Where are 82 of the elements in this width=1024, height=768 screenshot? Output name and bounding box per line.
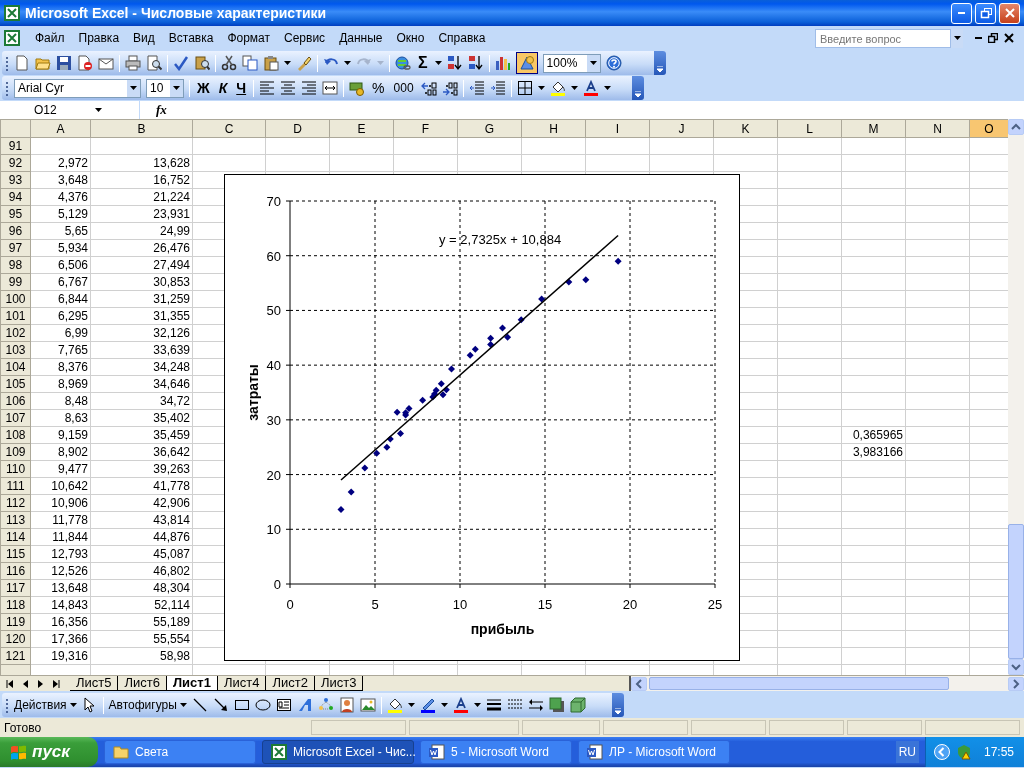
- table-cell: 52,114: [90, 596, 193, 614]
- table-cell: 32,126: [90, 324, 193, 342]
- table-cell: 39,263: [90, 460, 193, 478]
- axis-tick-label: 40: [266, 358, 281, 374]
- axis-tick-label: 0: [273, 577, 281, 592]
- table-cell: 58,98: [90, 647, 193, 665]
- axis-tick-label: 10: [266, 522, 281, 538]
- axis-tick-label: 15: [537, 597, 553, 612]
- table-cell: 11,778: [30, 511, 91, 529]
- table-cell: 17,366: [30, 630, 91, 648]
- table-cell: 24,99: [90, 222, 193, 240]
- table-cell: 0,365965: [841, 426, 906, 444]
- table-cell: 21,224: [90, 188, 193, 206]
- axis-tick-label: 70: [266, 194, 281, 209]
- axis-tick-label: 25: [707, 597, 723, 612]
- window-title: Microsoft Excel - Числовые характеристики: [25, 3, 327, 23]
- axis-tick-label: 20: [622, 597, 638, 612]
- table-cell: 13,648: [30, 579, 91, 597]
- table-cell: 27,494: [90, 256, 193, 274]
- table-cell: 10,642: [30, 477, 91, 495]
- table-cell: 8,376: [30, 358, 91, 376]
- table-cell: 34,72: [90, 392, 193, 410]
- table-cell: 16,356: [30, 613, 91, 631]
- table-cell: 41,778: [90, 477, 193, 495]
- table-cell: 11,844: [30, 528, 91, 546]
- axis-tick-label: 10: [452, 597, 468, 612]
- table-cell: 3,983166: [841, 443, 906, 461]
- axis-title: затраты: [245, 364, 261, 421]
- axis-tick-label: 5: [371, 597, 379, 612]
- axis-tick-label: 60: [266, 248, 281, 264]
- axis-tick-label: 20: [266, 467, 281, 483]
- table-cell: 9,477: [30, 460, 91, 478]
- table-cell: 7,765: [30, 341, 91, 359]
- table-cell: 8,48: [30, 392, 91, 410]
- table-cell: 14,843: [30, 596, 91, 614]
- table-cell: 2,972: [30, 154, 91, 172]
- trendline-equation: y = 2,7325x + 10,884: [439, 232, 562, 247]
- table-cell: 46,802: [90, 562, 193, 580]
- axis-tick-label: 50: [266, 303, 281, 319]
- table-cell: 8,969: [30, 375, 91, 393]
- axis-tick-label: 0: [286, 597, 294, 612]
- axis-tick-label: 30: [266, 412, 281, 428]
- table-cell: 8,902: [30, 443, 91, 461]
- table-cell: 12,526: [30, 562, 91, 580]
- table-cell: 34,646: [90, 375, 193, 393]
- table-cell: 35,459: [90, 426, 193, 444]
- table-cell: 5,129: [30, 205, 91, 223]
- table-cell: 42,906: [90, 494, 193, 512]
- table-cell: 4,376: [30, 188, 91, 206]
- table-cell: 34,248: [90, 358, 193, 376]
- axis-title: прибыль: [470, 621, 535, 637]
- table-cell: 5,934: [30, 239, 91, 257]
- table-cell: 19,316: [30, 647, 91, 665]
- table-cell: 9,159: [30, 426, 91, 444]
- table-cell: 35,402: [90, 409, 193, 427]
- table-cell: 16,752: [90, 171, 193, 189]
- table-cell: 55,554: [90, 630, 193, 648]
- table-cell: 5,65: [30, 222, 91, 240]
- table-cell: 43,814: [90, 511, 193, 529]
- table-cell: 12,793: [30, 545, 91, 563]
- table-cell: 6,295: [30, 307, 91, 325]
- table-cell: 6,506: [30, 256, 91, 274]
- table-cell: 3,648: [30, 171, 91, 189]
- table-cell: 13,628: [90, 154, 193, 172]
- table-cell: 31,355: [90, 307, 193, 325]
- table-cell: 8,63: [30, 409, 91, 427]
- table-cell: 36,642: [90, 443, 193, 461]
- table-cell: 33,639: [90, 341, 193, 359]
- clock: 17:55: [983, 744, 1014, 761]
- table-cell: 6,767: [30, 273, 91, 291]
- table-cell: 10,906: [30, 494, 91, 512]
- table-cell: 6,844: [30, 290, 91, 308]
- status-text: Готово: [4, 719, 42, 737]
- table-cell: 31,259: [90, 290, 193, 308]
- table-cell: 44,876: [90, 528, 193, 546]
- table-cell: 6,99: [30, 324, 91, 342]
- table-cell: 23,931: [90, 205, 193, 223]
- table-cell: 45,087: [90, 545, 193, 563]
- table-cell: 26,476: [90, 239, 193, 257]
- table-cell: 30,853: [90, 273, 193, 291]
- table-cell: 48,304: [90, 579, 193, 597]
- table-cell: 55,189: [90, 613, 193, 631]
